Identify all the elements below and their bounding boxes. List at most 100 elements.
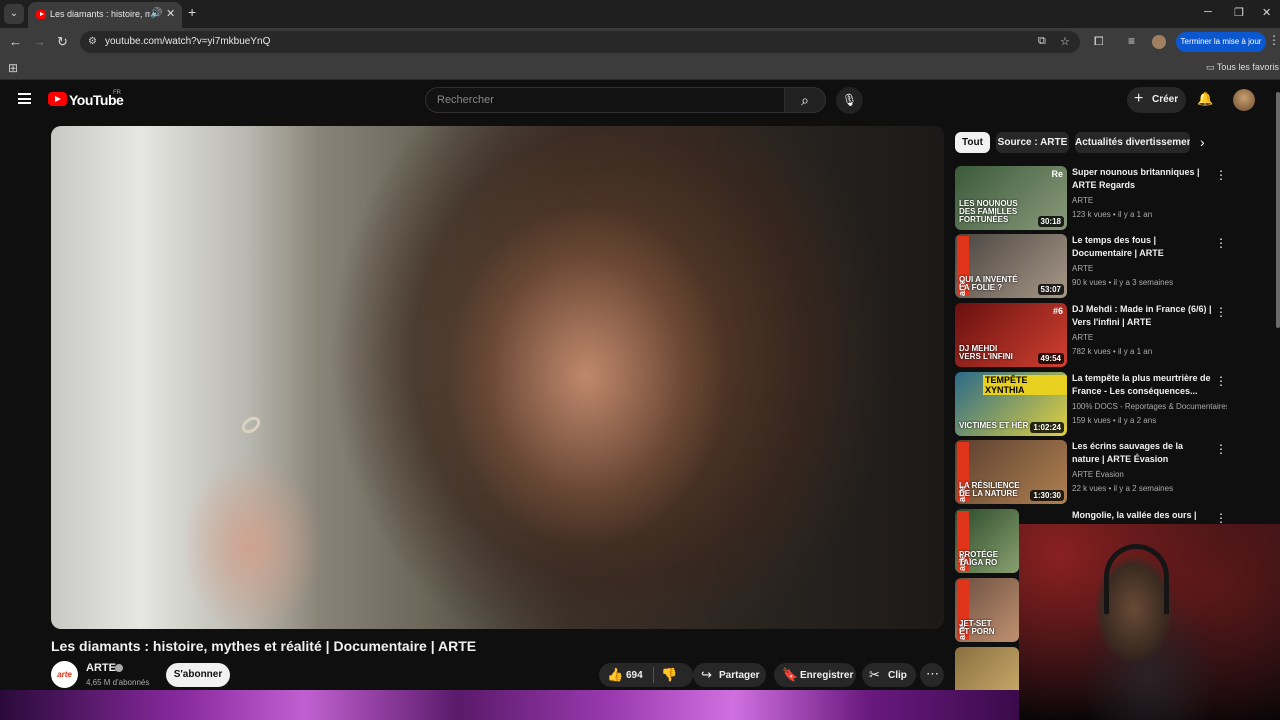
like-separator [653,667,654,683]
reload-icon[interactable]: ↻ [57,34,68,50]
video-player[interactable] [51,126,944,629]
thumbnail-tag: TEMPÊTE XYNTHIA [983,375,1067,395]
related-video-channel[interactable]: ARTE Évasion [1072,470,1227,479]
account-avatar[interactable] [1233,89,1255,111]
clip-label: Clip [888,670,907,681]
create-button[interactable]: + Créer [1127,87,1186,113]
related-video-thumbnail[interactable]: TEMPÊTE XYNTHIA VICTIMES ET HÉR 1:02:24 [955,372,1067,436]
related-video-title[interactable]: Le temps des fous | Documentaire | ARTE [1072,234,1212,260]
related-video-item[interactable]: arte LA RÉSILIENCE DE LA NATURE 1:30:30 Les… [955,440,1230,504]
notifications-bell-icon[interactable]: 🔔 [1197,91,1213,107]
tab-title: Les diamants : histoire, myth [50,9,150,19]
related-video-item[interactable]: TEMPÊTE XYNTHIA VICTIMES ET HÉR 1:02:24 La … [955,372,1230,436]
related-video-channel[interactable]: ARTE [1072,264,1227,273]
apps-grid-icon[interactable]: ⊞ [8,61,18,75]
more-options-icon[interactable]: ⋮ [1215,168,1227,182]
related-video-item[interactable]: arte QUI A INVENTÉ LA FOLIE ? 53:07 Le temp… [955,234,1230,298]
forward-icon[interactable]: → [33,34,46,49]
related-video-meta: 123 k vues • il y a 1 an [1072,210,1152,219]
save-label: Enregistrer [800,670,854,681]
restore-icon[interactable]: ❐ [1234,6,1244,19]
thumbnail-tag: #6 [1052,306,1063,316]
like-thumb-icon[interactable]: 👍 [607,667,623,683]
media-controls-icon[interactable]: ≡ [1128,34,1135,48]
bookmark-icon: 🔖 [782,667,799,682]
all-bookmarks-folder[interactable]: ▭ Tous les favoris [1206,62,1279,73]
like-count[interactable]: 694 [626,670,643,681]
more-options-icon[interactable]: ⋮ [1215,511,1227,525]
related-video-item[interactable]: #6 DJ MEHDI VERS L'INFINI 49:54 DJ Mehdi : … [955,303,1230,367]
page-scrollbar[interactable] [1276,92,1280,328]
related-video-thumbnail[interactable]: arte QUI A INVENTÉ LA FOLIE ? 53:07 [955,234,1067,298]
minimize-icon[interactable]: ─ [1204,6,1212,18]
save-button[interactable]: 🔖 Enregistrer [774,663,856,687]
headset-figure [1104,544,1169,614]
create-label: Créer [1152,94,1179,105]
upload-age: il y a 1 an [1117,347,1153,356]
share-button[interactable]: ↪ Partager [693,663,766,687]
more-options-icon[interactable]: ⋮ [1215,305,1227,319]
view-count: 782 k vues [1072,347,1111,356]
install-app-icon[interactable]: ⧉ [1038,35,1046,48]
tab-search-button[interactable]: ⌄ [4,4,24,24]
related-video-channel[interactable]: ARTE [1072,196,1227,205]
guide-menu-icon[interactable] [18,93,31,104]
related-video-title[interactable]: Les écrins sauvages de la nature | ARTE … [1072,440,1212,466]
verified-badge-icon [115,664,123,672]
view-count: 22 k vues [1072,484,1107,493]
related-video-title[interactable]: Super nounous britanniques | ARTE Regard… [1072,166,1212,192]
more-options-icon[interactable]: ⋮ [1215,442,1227,456]
search-button[interactable]: ⌕ [784,87,826,113]
related-video-title[interactable]: La tempête la plus meurtrière de France … [1072,372,1212,398]
subscribe-button[interactable]: S'abonner [166,663,230,687]
chip-source-arte[interactable]: Source : ARTE [996,132,1069,153]
thumbnail-caption: PROTÉGE TAÏGA RO [959,550,999,567]
browser-tab-active[interactable]: Les diamants : histoire, myth 🔊 ✕ [28,2,182,28]
related-video-thumbnail[interactable]: arte LA RÉSILIENCE DE LA NATURE 1:30:30 [955,440,1067,504]
address-bar[interactable]: ⚙ youtube.com/watch?v=yi7mkbueYnQ ⧉ ☆ [80,31,1080,53]
chip-all[interactable]: Tout [955,132,990,153]
audio-playing-icon[interactable]: 🔊 [150,8,162,19]
chevron-right-icon[interactable]: › [1200,134,1205,150]
update-button[interactable]: Terminer la mise à jour [1176,32,1266,52]
window-close-icon[interactable]: ✕ [1262,6,1271,19]
profile-avatar-icon[interactable] [1152,35,1166,49]
tab-close-icon[interactable]: ✕ [166,7,175,20]
dislike-thumb-icon[interactable]: 👎 [661,667,677,683]
scissors-icon: ✂ [869,667,880,682]
subscriber-count: 4,65 M d'abonnés [86,678,150,687]
more-options-icon[interactable]: ⋮ [1215,374,1227,388]
more-actions-button[interactable]: ⋯ [920,663,944,687]
channel-avatar[interactable]: arte [51,661,78,688]
site-info-icon[interactable]: ⚙ [88,36,97,47]
related-video-title[interactable]: DJ Mehdi : Made in France (6/6) | Vers l… [1072,303,1212,329]
voice-search-button[interactable]: 🎙 [836,87,863,114]
plus-icon: + [1134,90,1144,107]
browser-menu-icon[interactable]: ⋮ [1268,33,1280,47]
extensions-icon[interactable]: ⧠ [1094,34,1104,49]
related-video-thumbnail[interactable]: Re LES NOUNOUS DES FAMILLES FORTUNÉES 30:1… [955,166,1067,230]
related-video-thumbnail[interactable]: arte PROTÉGE TAÏGA RO [955,509,1019,573]
related-video-thumbnail[interactable]: #6 DJ MEHDI VERS L'INFINI 49:54 [955,303,1067,367]
youtube-logo-icon[interactable] [48,92,67,106]
related-video-channel[interactable]: 100% DOCS - Reportages & Documentaires [1072,402,1227,411]
chip-entertainment-news[interactable]: Actualités divertissement [1075,132,1190,153]
related-video-thumbnail[interactable]: arte JET-SET ET PORN [955,578,1019,642]
channel-name[interactable]: ARTE [86,662,116,674]
bookmark-star-icon[interactable]: ☆ [1060,35,1070,48]
meta-separator: • [1110,416,1118,425]
share-arrow-icon: ↪ [701,667,712,682]
more-horizontal-icon: ⋯ [926,666,939,681]
channel-logo-text: arte [57,670,72,679]
url-text[interactable]: youtube.com/watch?v=yi7mkbueYnQ [105,36,270,47]
all-bookmarks-label: Tous les favoris [1216,62,1279,72]
search-input[interactable]: Rechercher [425,87,785,113]
related-video-item[interactable]: Re LES NOUNOUS DES FAMILLES FORTUNÉES 30:1… [955,166,1230,230]
related-video-channel[interactable]: ARTE [1072,333,1227,342]
related-video-title[interactable]: Mongolie, la vallée des ours | [1072,509,1212,522]
more-options-icon[interactable]: ⋮ [1215,236,1227,250]
clip-button[interactable]: ✂ Clip [862,663,916,687]
back-icon[interactable]: ← [9,34,22,49]
new-tab-button[interactable]: + [188,4,196,20]
like-dislike-group: 👍 694 👎 [599,663,693,687]
